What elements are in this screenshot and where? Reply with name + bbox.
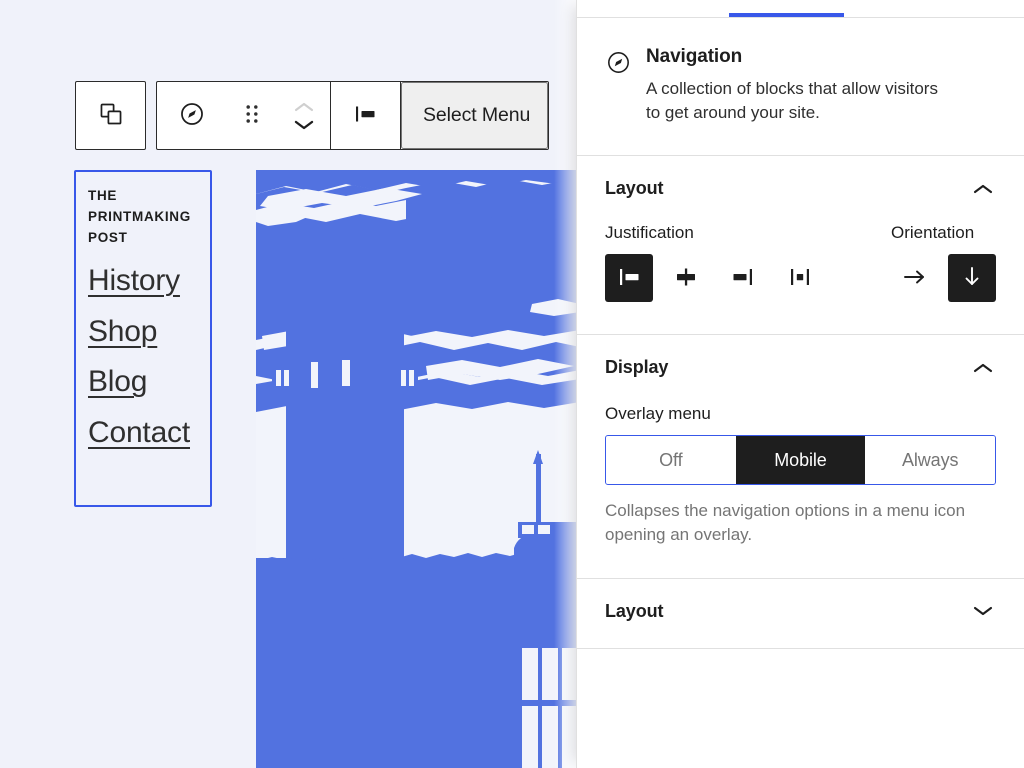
sidebar-tabbar (577, 0, 1024, 18)
overlay-menu-label: Overlay menu (605, 404, 996, 424)
nav-link-shop[interactable]: Shop (88, 316, 198, 348)
panel-display-title: Display (605, 357, 668, 378)
block-movers (278, 82, 330, 149)
arrow-down-icon (958, 264, 986, 293)
change-justification-button[interactable] (331, 82, 400, 149)
overlay-option-mobile[interactable]: Mobile (736, 436, 866, 484)
move-down-button[interactable] (291, 117, 317, 133)
active-tab-indicator (729, 13, 844, 17)
block-type-button[interactable] (157, 82, 226, 149)
editor-canvas: THE PRINTMAKING POST History Shop Blog C… (0, 0, 580, 768)
panel-layout-collapsed: Layout (577, 579, 1024, 649)
justification-label: Justification (605, 223, 824, 243)
overlay-menu-toggle-group: Off Mobile Always (605, 435, 996, 485)
layout-controls: Justification (605, 223, 996, 302)
block-tools-group: Select Menu (156, 81, 549, 150)
chevron-up-icon[interactable] (970, 181, 996, 197)
block-title: Navigation (646, 46, 946, 68)
chevron-up-icon (291, 103, 317, 118)
drag-handle-button[interactable] (226, 82, 278, 149)
justify-space-between-button[interactable] (776, 254, 824, 302)
justify-center-icon (671, 265, 701, 292)
overlay-option-always[interactable]: Always (865, 436, 995, 484)
select-parent-block-button[interactable] (76, 82, 145, 149)
justify-right-button[interactable] (719, 254, 767, 302)
justify-left-icon (351, 102, 381, 129)
justify-space-between-icon (785, 265, 815, 292)
navigation-compass-icon (605, 46, 632, 125)
panel-layout-title: Layout (605, 178, 663, 199)
orientation-label: Orientation (891, 223, 996, 243)
block-settings-sidebar: Navigation A collection of blocks that a… (576, 0, 1024, 768)
move-up-button[interactable] (291, 99, 317, 115)
drag-handle-dots-icon (245, 103, 259, 128)
chevron-up-icon[interactable] (970, 360, 996, 376)
justify-right-icon (728, 265, 758, 292)
overlay-option-off[interactable]: Off (606, 436, 736, 484)
justification-control: Justification (605, 223, 824, 302)
navigation-block[interactable]: THE PRINTMAKING POST History Shop Blog C… (74, 170, 212, 507)
site-title: THE PRINTMAKING POST (88, 186, 198, 249)
copy-blocks-icon (98, 101, 124, 130)
select-menu-button[interactable]: Select Menu (401, 82, 548, 149)
parent-block-group (75, 81, 146, 150)
panel-layout-collapsed-title: Layout (605, 601, 663, 622)
panel-layout-collapsed-header[interactable]: Layout (605, 579, 996, 622)
navigation-compass-icon (178, 100, 206, 131)
arrow-right-icon (901, 265, 929, 292)
panel-display: Display Overlay menu Off Mobile Always C… (577, 335, 1024, 578)
justify-left-button[interactable] (605, 254, 653, 302)
block-toolbar: Select Menu (75, 81, 549, 150)
block-description: A collection of blocks that allow visito… (646, 77, 946, 125)
panel-layout: Layout Justification (577, 156, 1024, 335)
justification-options (605, 254, 824, 302)
nav-link-blog[interactable]: Blog (88, 366, 198, 398)
panel-display-header[interactable]: Display (605, 335, 996, 378)
orientation-control: Orientation (891, 223, 996, 302)
panel-layout-header[interactable]: Layout (605, 156, 996, 199)
chevron-down-icon[interactable] (970, 603, 996, 619)
block-info-card: Navigation A collection of blocks that a… (577, 18, 1024, 156)
screenprint-illustration (256, 170, 580, 768)
orientation-horizontal-button[interactable] (891, 254, 939, 302)
justify-left-icon (614, 265, 644, 292)
justify-center-button[interactable] (662, 254, 710, 302)
chevron-down-icon (291, 121, 317, 136)
orientation-options (891, 254, 996, 302)
editor-root: THE PRINTMAKING POST History Shop Blog C… (0, 0, 1024, 768)
overlay-menu-help-text: Collapses the navigation options in a me… (605, 499, 996, 547)
nav-link-contact[interactable]: Contact (88, 417, 198, 449)
nav-link-history[interactable]: History (88, 265, 198, 297)
orientation-vertical-button[interactable] (948, 254, 996, 302)
